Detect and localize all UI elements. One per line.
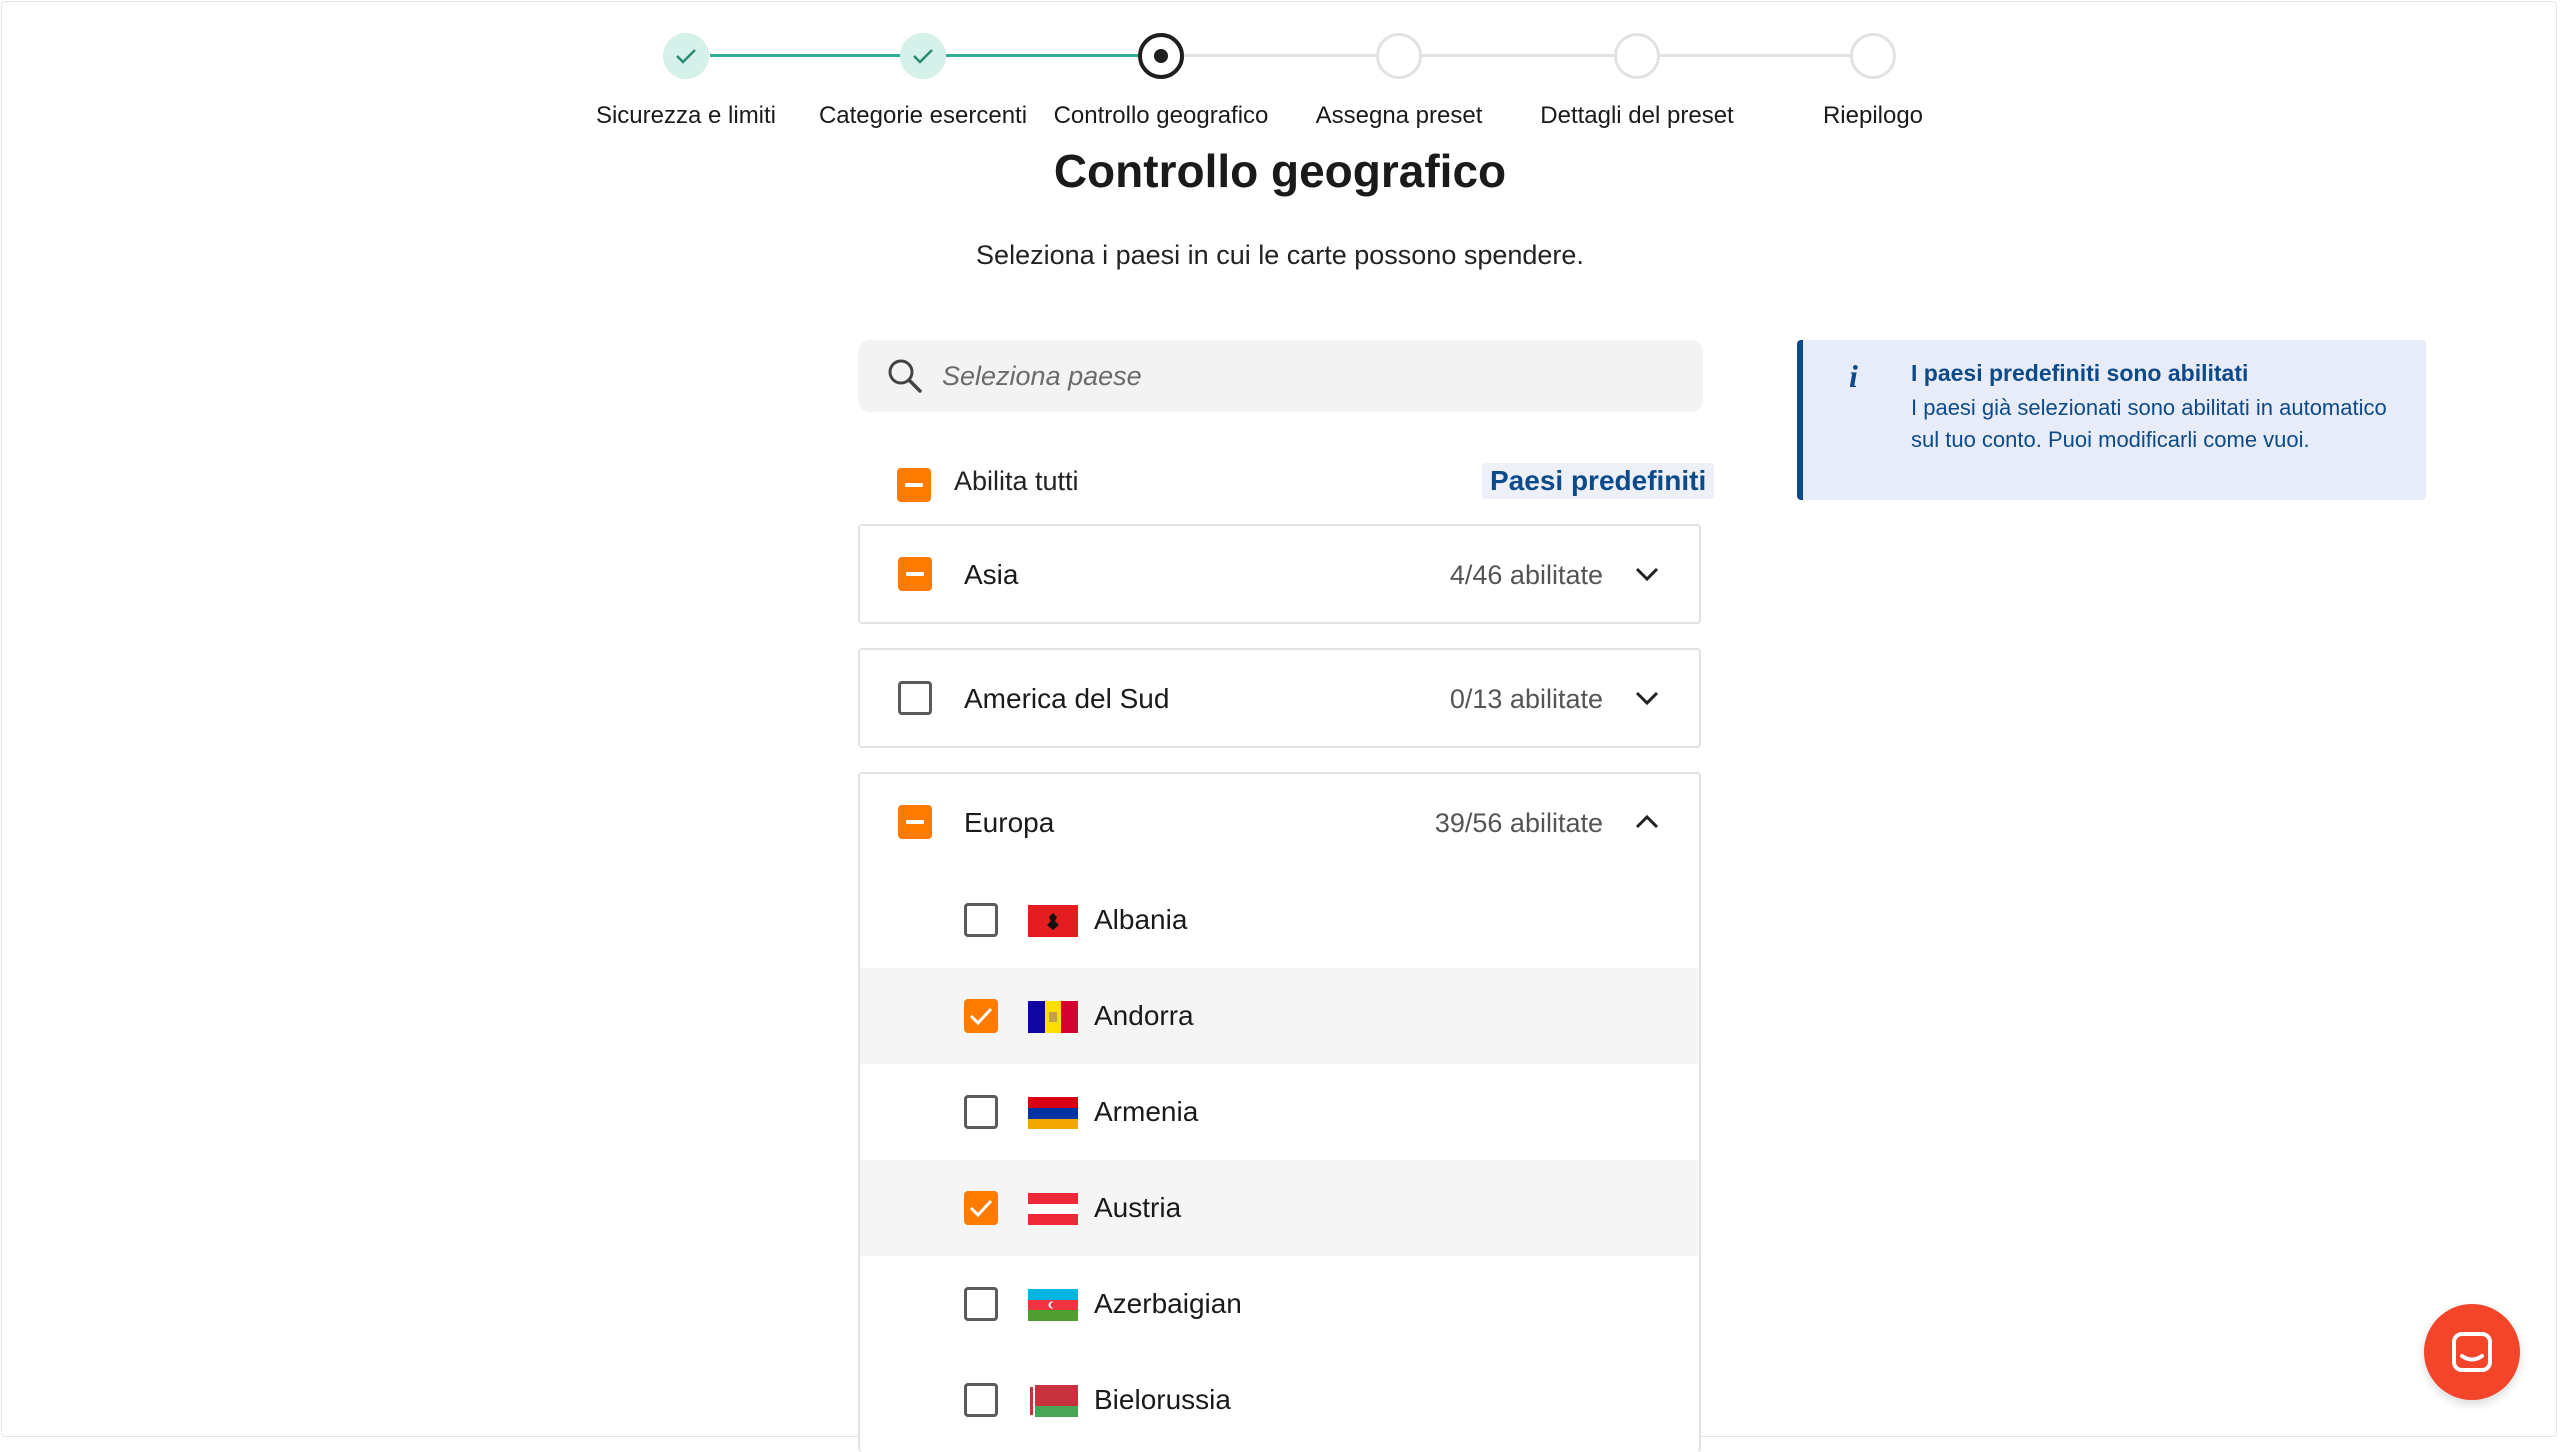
enable-all-checkbox[interactable]	[897, 468, 931, 502]
step-5-icon	[1614, 33, 1660, 79]
country-row-austria[interactable]: Austria	[860, 1160, 1699, 1256]
region-count: 4/46 abilitate	[1449, 560, 1603, 590]
check-icon	[676, 49, 696, 64]
progress-stepper: Sicurezza e limiti Categorie esercenti C…	[0, 0, 2560, 140]
country-name: Armenia	[1094, 1096, 1199, 1127]
region-south-america[interactable]: America del Sud 0/13 abilitate	[858, 648, 1701, 748]
default-countries-info: i I paesi predefiniti sono abilitati I p…	[1797, 340, 2426, 500]
region-count: 39/56 abilitate	[1434, 808, 1603, 838]
check-icon	[969, 1199, 993, 1218]
info-icon: i	[1849, 358, 1858, 394]
region-name: America del Sud	[964, 683, 1170, 714]
chat-button[interactable]	[2424, 1304, 2520, 1400]
info-text: I paesi già selezionati sono abilitati i…	[1911, 395, 2387, 452]
chat-icon	[2452, 1332, 2492, 1372]
stepper-line	[1184, 54, 1376, 57]
chevron-down-icon[interactable]	[1635, 566, 1659, 582]
check-icon	[969, 1007, 993, 1026]
country-name: Albania	[1094, 904, 1188, 935]
page-subtitle: Seleziona i paesi in cui le carte posson…	[976, 240, 1584, 270]
stepper-line	[1422, 54, 1614, 57]
country-row-albania[interactable]: Albania	[860, 872, 1699, 968]
country-checkbox[interactable]	[964, 1287, 998, 1321]
region-checkbox[interactable]	[898, 681, 932, 715]
step-label: Assegna preset	[1315, 102, 1483, 129]
info-title: I paesi predefiniti sono abilitati	[1911, 360, 2249, 386]
azerbaijan-flag-icon	[1028, 1289, 1078, 1321]
country-row-azerbaijan[interactable]: Azerbaigian	[860, 1256, 1699, 1352]
country-checkbox[interactable]	[964, 903, 998, 937]
albania-flag-icon	[1028, 905, 1078, 937]
region-asia[interactable]: Asia 4/46 abilitate	[858, 524, 1701, 624]
region-count: 0/13 abilitate	[1449, 684, 1603, 714]
country-checkbox[interactable]	[964, 1191, 998, 1225]
country-name: Austria	[1094, 1192, 1182, 1223]
chevron-up-icon[interactable]	[1635, 814, 1659, 830]
region-name: Europa	[964, 807, 1055, 838]
step-2-done-icon[interactable]	[900, 33, 946, 79]
stepper-line	[946, 54, 1138, 57]
country-name: Bielorussia	[1094, 1384, 1231, 1415]
armenia-flag-icon	[1028, 1097, 1078, 1129]
belarus-flag-icon	[1028, 1385, 1078, 1417]
search-input[interactable]	[940, 359, 1644, 393]
region-europe: Europa 39/56 abilitate Albania Andorra A…	[858, 772, 1701, 1452]
enable-all-label: Abilita tutti	[954, 466, 1079, 496]
check-icon	[913, 49, 933, 64]
step-1-done-icon[interactable]	[663, 33, 709, 79]
country-row-armenia[interactable]: Armenia	[860, 1064, 1699, 1160]
country-row-andorra[interactable]: Andorra	[860, 968, 1699, 1064]
region-checkbox[interactable]	[898, 557, 932, 591]
country-checkbox[interactable]	[964, 999, 998, 1033]
step-6-icon	[1850, 33, 1896, 79]
region-name: Asia	[964, 559, 1019, 590]
country-search[interactable]	[858, 340, 1703, 412]
step-label[interactable]: Sicurezza e limiti	[566, 102, 806, 130]
stepper-line	[1660, 54, 1850, 57]
step-label: Riepilogo	[1822, 102, 1924, 129]
search-icon	[888, 359, 922, 393]
country-name: Andorra	[1094, 1000, 1194, 1031]
country-name: Azerbaigian	[1094, 1288, 1242, 1319]
country-checkbox[interactable]	[964, 1383, 998, 1417]
step-label: Dettagli del preset	[1540, 102, 1734, 129]
step-4-icon	[1376, 33, 1422, 79]
country-checkbox[interactable]	[964, 1095, 998, 1129]
step-3-current-icon	[1138, 33, 1184, 79]
austria-flag-icon	[1028, 1193, 1078, 1225]
step-label: Controllo geografico	[1053, 102, 1269, 129]
country-row-belarus[interactable]: Bielorussia	[860, 1352, 1699, 1448]
region-checkbox[interactable]	[898, 805, 932, 839]
default-countries-link[interactable]: Paesi predefiniti	[1482, 463, 1715, 499]
stepper-line	[710, 54, 900, 57]
andorra-flag-icon	[1028, 1001, 1078, 1033]
step-label[interactable]: Categorie esercenti	[803, 102, 1043, 130]
chevron-down-icon[interactable]	[1635, 690, 1659, 706]
page-title: Controllo geografico	[1053, 145, 1507, 197]
